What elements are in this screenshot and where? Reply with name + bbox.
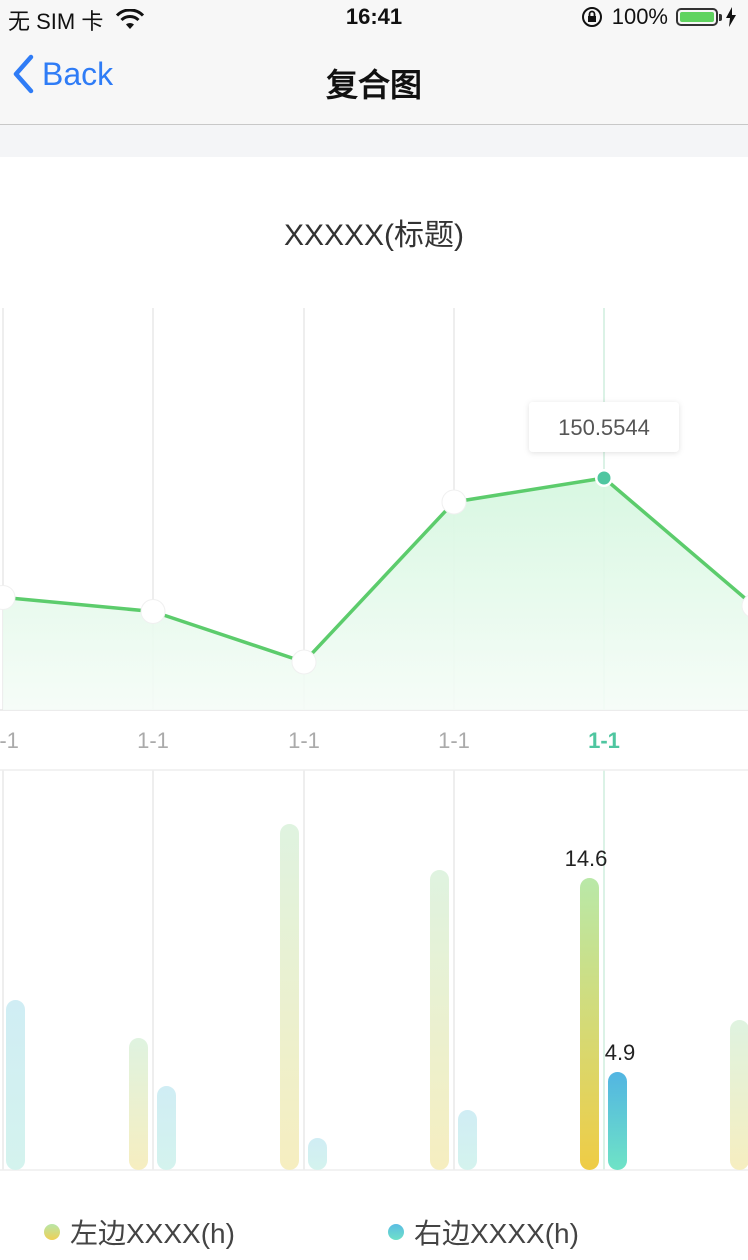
selected-data-point xyxy=(597,471,611,485)
left-bar xyxy=(730,1020,748,1170)
left-bar xyxy=(580,878,599,1170)
axis-labels: 1-11-11-11-11-1114.64.9 xyxy=(0,728,748,1065)
legend-left: 左边XXXX(h) xyxy=(44,1212,235,1252)
legend-left-swatch xyxy=(44,1224,60,1240)
x-tick-label: 1-1 xyxy=(588,728,620,753)
data-point xyxy=(140,598,166,624)
combo-chart[interactable]: 150.5544 1-11-11-11-11-1114.64.9 xyxy=(0,0,748,1200)
left-bar xyxy=(280,824,299,1170)
line-area-series: 150.5544 xyxy=(0,402,748,710)
bar-data-label: 14.6 xyxy=(565,846,608,871)
left-bar xyxy=(430,870,449,1170)
x-tick-label: 1-1 xyxy=(0,728,19,753)
bar-series xyxy=(6,824,748,1170)
x-tick-label: 1-1 xyxy=(288,728,320,753)
legend-right-swatch xyxy=(388,1224,404,1240)
right-bar xyxy=(157,1086,176,1170)
legend-right-label: 右边XXXX(h) xyxy=(414,1218,579,1249)
data-point xyxy=(441,489,467,515)
legend-left-label: 左边XXXX(h) xyxy=(70,1218,235,1249)
area-fill xyxy=(3,478,748,710)
x-tick-label: 1-1 xyxy=(438,728,470,753)
bar-data-label: 4.9 xyxy=(605,1040,636,1065)
right-bar xyxy=(6,1000,25,1170)
right-bar xyxy=(458,1110,477,1170)
right-bar xyxy=(608,1072,627,1170)
left-bar xyxy=(129,1038,148,1170)
x-tick-label: 1-1 xyxy=(137,728,169,753)
data-point xyxy=(291,649,317,675)
right-bar xyxy=(308,1138,327,1170)
tooltip-value: 150.5544 xyxy=(558,415,650,440)
legend-right: 右边XXXX(h) xyxy=(388,1212,579,1252)
